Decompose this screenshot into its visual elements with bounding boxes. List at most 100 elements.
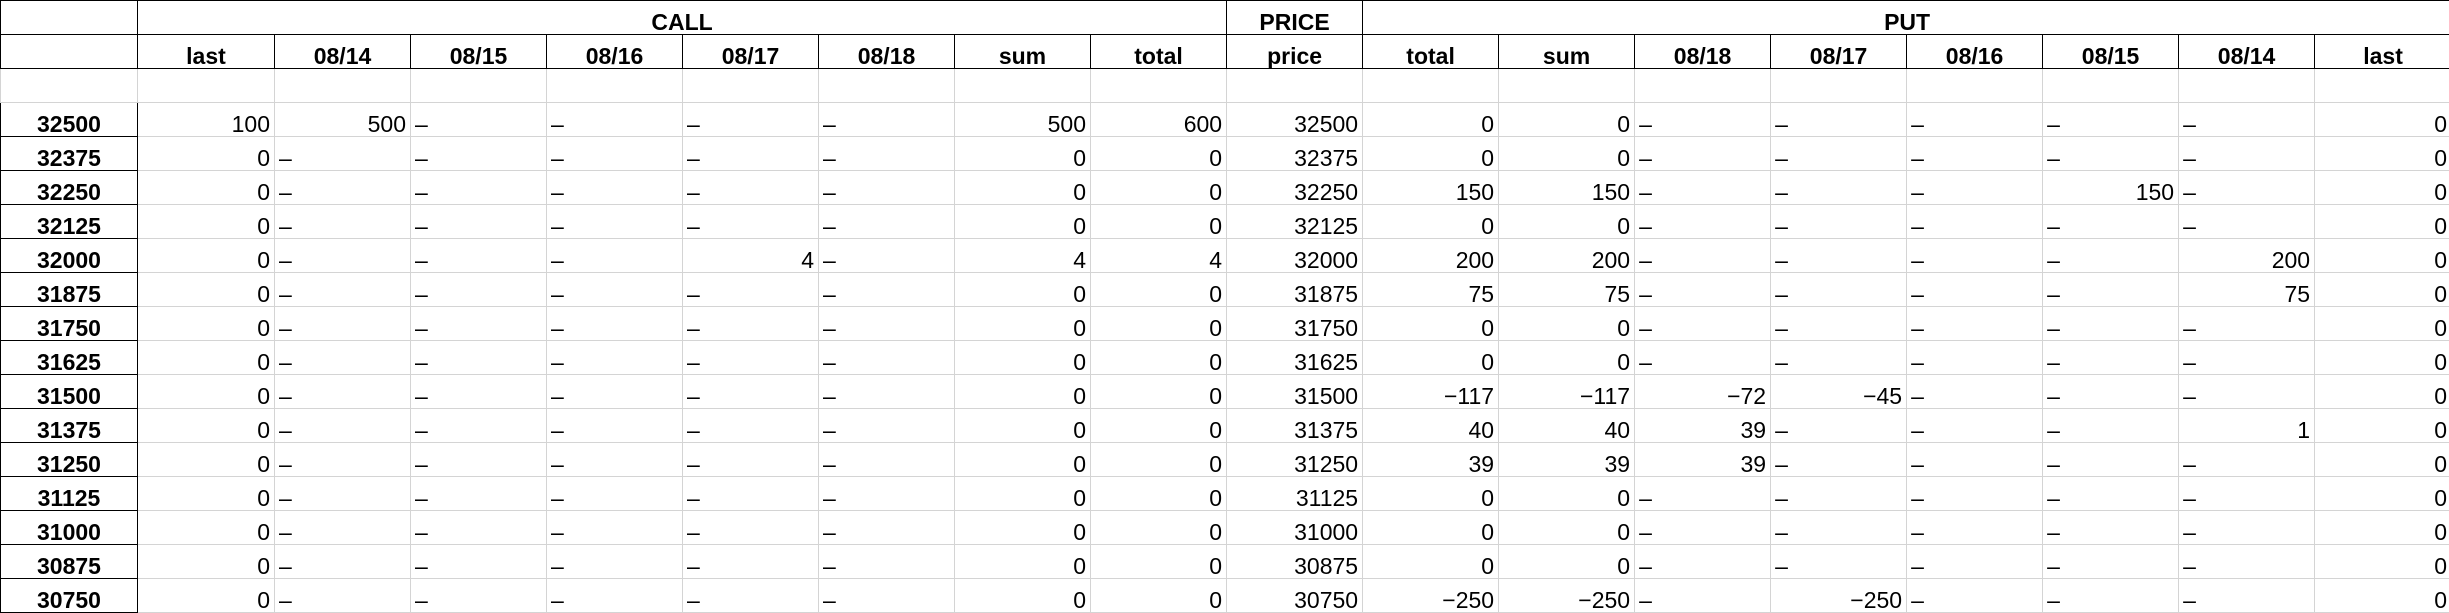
dash-cell[interactable]: – [818, 408, 955, 443]
dash-cell[interactable]: – [1770, 510, 1908, 545]
value-cell[interactable]: 75 [1498, 272, 1636, 307]
value-cell[interactable]: 500 [954, 102, 1091, 137]
dash-cell[interactable]: – [818, 340, 955, 375]
row-strike-label[interactable]: 32500 [0, 102, 138, 137]
dash-cell[interactable]: – [546, 272, 683, 307]
dash-cell[interactable]: – [818, 306, 955, 341]
value-cell[interactable]: 32000 [1226, 238, 1364, 273]
dash-cell[interactable]: – [410, 102, 547, 137]
dash-cell[interactable]: – [818, 510, 955, 545]
empty-cell[interactable] [410, 68, 547, 103]
value-cell[interactable]: 30750 [1226, 578, 1364, 613]
value-cell[interactable]: 0 [2314, 136, 2449, 171]
dash-cell[interactable]: – [2178, 340, 2316, 375]
column-header[interactable]: 08/18 [1634, 34, 1772, 69]
dash-cell[interactable]: – [2042, 544, 2180, 579]
row-strike-label[interactable]: 30750 [0, 578, 138, 613]
dash-cell[interactable]: – [818, 544, 955, 579]
column-header[interactable]: sum [954, 34, 1091, 69]
value-cell[interactable]: 0 [137, 136, 275, 171]
column-header[interactable]: total [1089, 34, 1228, 69]
dash-cell[interactable]: – [682, 170, 819, 205]
dash-cell[interactable]: – [1634, 476, 1772, 511]
empty-cell[interactable] [1770, 68, 1908, 103]
value-cell[interactable]: 0 [1498, 340, 1636, 375]
dash-cell[interactable]: – [1906, 272, 2044, 307]
value-cell[interactable]: 200 [2178, 238, 2316, 273]
value-cell[interactable]: 0 [1089, 442, 1228, 477]
dash-cell[interactable]: – [2042, 408, 2180, 443]
dash-cell[interactable]: – [546, 306, 683, 341]
dash-cell[interactable]: – [682, 102, 819, 137]
value-cell[interactable]: 0 [1089, 170, 1228, 205]
value-cell[interactable]: 40 [1362, 408, 1500, 443]
dash-cell[interactable]: – [546, 238, 683, 273]
value-cell[interactable]: 0 [954, 476, 1091, 511]
empty-cell[interactable] [274, 68, 411, 103]
dash-cell[interactable]: – [1634, 544, 1772, 579]
column-header[interactable]: price [1226, 34, 1364, 69]
value-cell[interactable]: −250 [1362, 578, 1500, 613]
value-cell[interactable]: 0 [954, 544, 1091, 579]
dash-cell[interactable]: – [682, 442, 819, 477]
dash-cell[interactable]: – [274, 408, 411, 443]
empty-cell[interactable] [1634, 68, 1772, 103]
column-header[interactable]: 08/15 [410, 34, 547, 69]
value-cell[interactable]: 0 [137, 374, 275, 409]
empty-cell[interactable] [1906, 68, 2044, 103]
dash-cell[interactable]: – [1906, 510, 2044, 545]
value-cell[interactable]: 0 [137, 544, 275, 579]
value-cell[interactable]: 31875 [1226, 272, 1364, 307]
value-cell[interactable]: 75 [1362, 272, 1500, 307]
value-cell[interactable]: 31625 [1226, 340, 1364, 375]
column-header[interactable]: sum [1498, 34, 1636, 69]
row-strike-label[interactable]: 31375 [0, 408, 138, 443]
dash-cell[interactable]: – [1770, 170, 1908, 205]
dash-cell[interactable]: – [410, 374, 547, 409]
value-cell[interactable]: 0 [1089, 544, 1228, 579]
dash-cell[interactable]: – [410, 476, 547, 511]
dash-cell[interactable]: – [2178, 102, 2316, 137]
dash-cell[interactable]: – [2042, 136, 2180, 171]
row-strike-label[interactable]: 31875 [0, 272, 138, 307]
empty-cell[interactable] [137, 68, 275, 103]
dash-cell[interactable]: – [1634, 136, 1772, 171]
value-cell[interactable]: 0 [2314, 408, 2449, 443]
dash-cell[interactable]: – [2042, 374, 2180, 409]
dash-cell[interactable]: – [2042, 578, 2180, 613]
value-cell[interactable]: 39 [1634, 442, 1772, 477]
row-strike-label[interactable]: 31500 [0, 374, 138, 409]
value-cell[interactable]: 0 [2314, 272, 2449, 307]
dash-cell[interactable]: – [2042, 272, 2180, 307]
value-cell[interactable]: 31000 [1226, 510, 1364, 545]
dash-cell[interactable]: – [1634, 238, 1772, 273]
dash-cell[interactable]: – [274, 204, 411, 239]
value-cell[interactable]: 0 [1362, 544, 1500, 579]
value-cell[interactable]: 0 [137, 204, 275, 239]
value-cell[interactable]: 31750 [1226, 306, 1364, 341]
dash-cell[interactable]: – [682, 136, 819, 171]
dash-cell[interactable]: – [274, 544, 411, 579]
dash-cell[interactable]: – [682, 476, 819, 511]
value-cell[interactable]: −250 [1498, 578, 1636, 613]
value-cell[interactable]: 0 [1089, 374, 1228, 409]
column-header-empty[interactable] [0, 34, 138, 69]
dash-cell[interactable]: – [2178, 442, 2316, 477]
dash-cell[interactable]: – [682, 510, 819, 545]
value-cell[interactable]: 0 [1362, 306, 1500, 341]
dash-cell[interactable]: – [410, 170, 547, 205]
value-cell[interactable]: 0 [2314, 510, 2449, 545]
dash-cell[interactable]: – [546, 204, 683, 239]
row-strike-label[interactable]: 30875 [0, 544, 138, 579]
dash-cell[interactable]: – [1634, 578, 1772, 613]
row-strike-label[interactable]: 31125 [0, 476, 138, 511]
value-cell[interactable]: 150 [1362, 170, 1500, 205]
dash-cell[interactable]: – [410, 510, 547, 545]
value-cell[interactable]: 0 [954, 170, 1091, 205]
dash-cell[interactable]: – [274, 238, 411, 273]
dash-cell[interactable]: – [2178, 136, 2316, 171]
dash-cell[interactable]: – [1770, 136, 1908, 171]
value-cell[interactable]: 0 [954, 340, 1091, 375]
dash-cell[interactable]: – [818, 578, 955, 613]
dash-cell[interactable]: – [1634, 306, 1772, 341]
